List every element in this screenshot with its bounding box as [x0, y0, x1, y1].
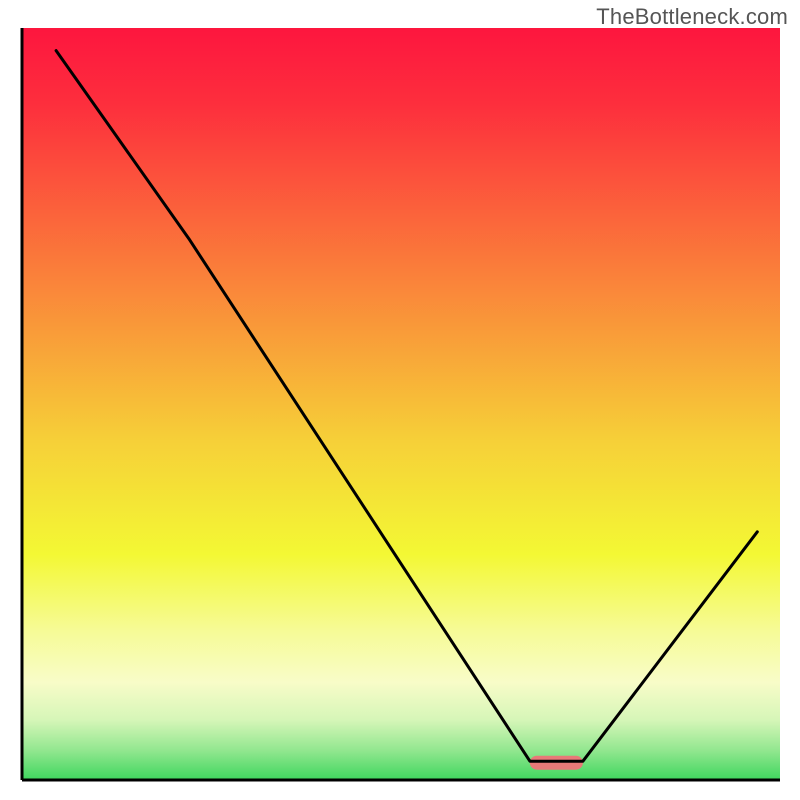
chart-container: { "watermark": "TheBottleneck.com", "cha…: [0, 0, 800, 800]
bottleneck-chart: [0, 0, 800, 800]
optimal-range-marker: [530, 756, 583, 770]
gradient-background: [22, 28, 780, 780]
watermark-text: TheBottleneck.com: [596, 4, 788, 30]
